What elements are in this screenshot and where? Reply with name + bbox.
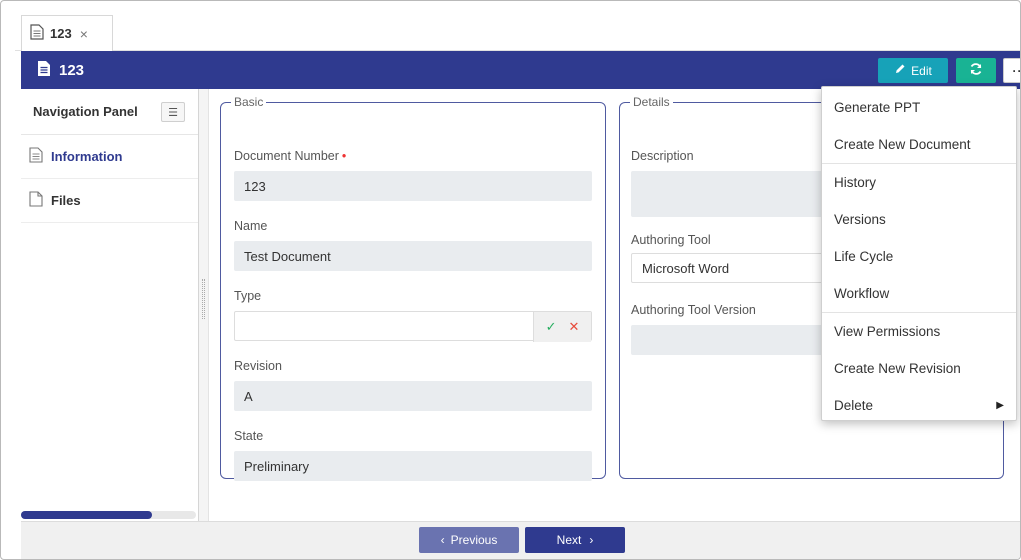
previous-label: Previous (450, 533, 498, 547)
menu-item-generate-ppt[interactable]: Generate PPT (822, 89, 1016, 126)
type-field-actions: ✓ ✕ (533, 312, 591, 342)
confirm-icon[interactable]: ✓ (546, 319, 557, 335)
details-legend: Details (633, 95, 670, 109)
more-actions-button[interactable]: ··· (1003, 58, 1020, 83)
navigation-panel: Navigation Panel ☰ Information Files (21, 89, 199, 521)
revision-label: Revision (234, 359, 282, 373)
nav-item-information[interactable]: Information (21, 135, 198, 179)
panel-splitter[interactable] (199, 89, 209, 521)
nav-item-label: Files (51, 193, 81, 208)
menu-item-view-permissions[interactable]: View Permissions (822, 313, 1016, 350)
document-number-label-text: Document Number (234, 149, 339, 163)
state-label: State (234, 429, 264, 443)
next-button[interactable]: Next › (525, 527, 625, 553)
edit-label: Edit (911, 63, 932, 78)
authoring-tool-version-label: Authoring Tool Version (631, 303, 756, 317)
horizontal-scrollbar[interactable] (21, 511, 196, 519)
tab-title: 123 (50, 26, 72, 41)
chevron-right-icon: › (589, 533, 594, 547)
splitter-grip-icon[interactable] (202, 279, 205, 319)
nav-item-label: Information (51, 149, 123, 164)
revision-field[interactable]: A (234, 381, 592, 411)
nav-item-files[interactable]: Files (21, 179, 198, 223)
type-field[interactable]: ✓ ✕ (234, 311, 592, 342)
refresh-icon (969, 62, 983, 79)
collapse-panel-icon[interactable]: ☰ (161, 102, 185, 122)
basic-legend: Basic (234, 95, 264, 109)
authoring-tool-label: Authoring Tool (631, 233, 711, 247)
type-label: Type (234, 289, 262, 303)
description-label: Description (631, 149, 694, 163)
document-icon (29, 147, 43, 166)
edit-button[interactable]: Edit (878, 58, 948, 83)
menu-item-versions[interactable]: Versions (822, 201, 1016, 238)
scrollbar-thumb[interactable] (21, 511, 152, 519)
app-window: 123 × 123 Edit ··· Navigation Panel ☰ (0, 0, 1021, 560)
basic-section: Basic Document Number • 123 Name Test Doc… (220, 95, 606, 481)
cancel-icon[interactable]: ✕ (569, 319, 580, 335)
document-icon (30, 24, 44, 43)
navigation-panel-header: Navigation Panel ☰ (21, 89, 198, 135)
submenu-arrow-icon: ▶ (996, 400, 1004, 411)
navigation-panel-title: Navigation Panel (33, 104, 138, 119)
file-icon (29, 191, 43, 210)
required-indicator: • (341, 149, 347, 163)
menu-item-delete-label: Delete (834, 398, 874, 413)
next-label: Next (556, 533, 582, 547)
refresh-button[interactable] (956, 58, 996, 83)
menu-item-workflow[interactable]: Workflow (822, 275, 1016, 312)
menu-item-history[interactable]: History (822, 164, 1016, 201)
menu-item-create-new-revision[interactable]: Create New Revision (822, 350, 1016, 387)
menu-item-delete[interactable]: Delete ▶ (822, 387, 1016, 424)
menu-item-life-cycle[interactable]: Life Cycle (822, 238, 1016, 275)
document-number-label: Document Number • (234, 149, 346, 163)
document-header: 123 Edit ··· (21, 51, 1020, 89)
document-number-field[interactable]: 123 (234, 171, 592, 201)
chevron-left-icon: ‹ (440, 533, 445, 547)
document-icon (37, 60, 51, 80)
tab-strip: 123 × (15, 9, 1020, 51)
pencil-icon (894, 63, 906, 78)
footer-bar: ‹ Previous Next › (21, 521, 1020, 559)
tab-document-123[interactable]: 123 × (21, 15, 113, 51)
menu-item-create-new-document[interactable]: Create New Document (822, 126, 1016, 163)
close-icon[interactable]: × (80, 26, 88, 42)
name-field[interactable]: Test Document (234, 241, 592, 271)
state-field[interactable]: Preliminary (234, 451, 592, 481)
actions-menu: Generate PPT Create New Document History… (821, 86, 1017, 421)
page-title: 123 (59, 61, 85, 79)
previous-button[interactable]: ‹ Previous (419, 527, 519, 553)
name-label: Name (234, 219, 268, 233)
